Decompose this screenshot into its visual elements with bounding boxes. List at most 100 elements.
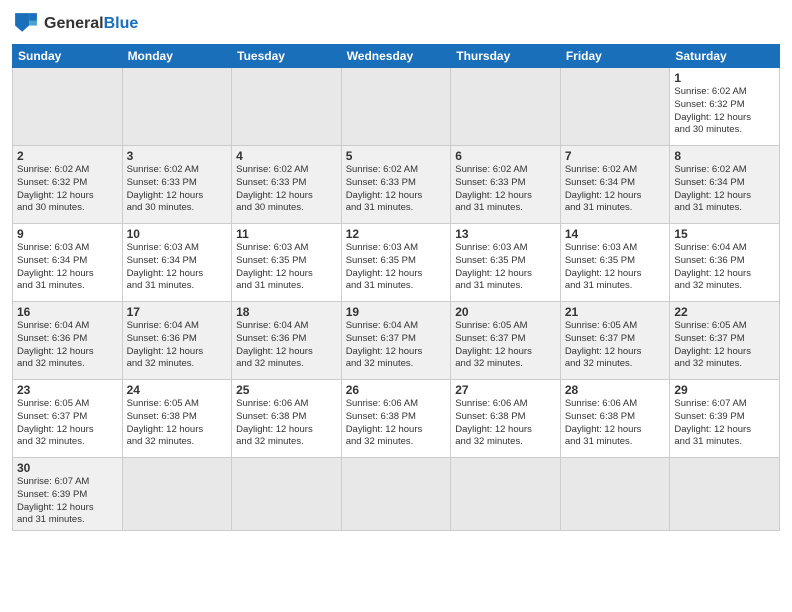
calendar-cell [341, 458, 451, 531]
day-info: Sunrise: 6:02 AMSunset: 6:32 PMDaylight:… [17, 164, 118, 215]
calendar-cell: 8Sunrise: 6:02 AMSunset: 6:34 PMDaylight… [670, 146, 780, 224]
day-info: Sunrise: 6:02 AMSunset: 6:34 PMDaylight:… [674, 164, 775, 215]
calendar-cell: 19Sunrise: 6:04 AMSunset: 6:37 PMDayligh… [341, 302, 451, 380]
day-number: 8 [674, 149, 775, 163]
day-number: 28 [565, 383, 666, 397]
calendar-cell [560, 68, 670, 146]
calendar-cell [341, 68, 451, 146]
day-info: Sunrise: 6:02 AMSunset: 6:33 PMDaylight:… [455, 164, 556, 215]
calendar-cell: 29Sunrise: 6:07 AMSunset: 6:39 PMDayligh… [670, 380, 780, 458]
calendar-cell: 5Sunrise: 6:02 AMSunset: 6:33 PMDaylight… [341, 146, 451, 224]
day-info: Sunrise: 6:07 AMSunset: 6:39 PMDaylight:… [17, 476, 118, 527]
calendar-cell [122, 68, 232, 146]
calendar-cell: 1Sunrise: 6:02 AMSunset: 6:32 PMDaylight… [670, 68, 780, 146]
day-number: 3 [127, 149, 228, 163]
header-tuesday: Tuesday [232, 45, 342, 68]
day-number: 6 [455, 149, 556, 163]
calendar-week-row: 23Sunrise: 6:05 AMSunset: 6:37 PMDayligh… [13, 380, 780, 458]
day-info: Sunrise: 6:05 AMSunset: 6:38 PMDaylight:… [127, 398, 228, 449]
day-number: 1 [674, 71, 775, 85]
calendar-cell: 11Sunrise: 6:03 AMSunset: 6:35 PMDayligh… [232, 224, 342, 302]
calendar-cell: 6Sunrise: 6:02 AMSunset: 6:33 PMDaylight… [451, 146, 561, 224]
calendar-cell: 10Sunrise: 6:03 AMSunset: 6:34 PMDayligh… [122, 224, 232, 302]
calendar-cell: 27Sunrise: 6:06 AMSunset: 6:38 PMDayligh… [451, 380, 561, 458]
day-info: Sunrise: 6:05 AMSunset: 6:37 PMDaylight:… [674, 320, 775, 371]
day-number: 29 [674, 383, 775, 397]
day-info: Sunrise: 6:03 AMSunset: 6:34 PMDaylight:… [17, 242, 118, 293]
calendar-cell: 24Sunrise: 6:05 AMSunset: 6:38 PMDayligh… [122, 380, 232, 458]
day-number: 22 [674, 305, 775, 319]
calendar-cell: 26Sunrise: 6:06 AMSunset: 6:38 PMDayligh… [341, 380, 451, 458]
header-monday: Monday [122, 45, 232, 68]
calendar-cell [13, 68, 123, 146]
day-number: 10 [127, 227, 228, 241]
day-number: 13 [455, 227, 556, 241]
calendar-cell [451, 458, 561, 531]
day-number: 16 [17, 305, 118, 319]
day-info: Sunrise: 6:06 AMSunset: 6:38 PMDaylight:… [565, 398, 666, 449]
calendar-cell: 28Sunrise: 6:06 AMSunset: 6:38 PMDayligh… [560, 380, 670, 458]
day-number: 24 [127, 383, 228, 397]
calendar-week-row: 16Sunrise: 6:04 AMSunset: 6:36 PMDayligh… [13, 302, 780, 380]
day-number: 2 [17, 149, 118, 163]
calendar-cell: 12Sunrise: 6:03 AMSunset: 6:35 PMDayligh… [341, 224, 451, 302]
header-friday: Friday [560, 45, 670, 68]
day-info: Sunrise: 6:04 AMSunset: 6:36 PMDaylight:… [17, 320, 118, 371]
day-number: 14 [565, 227, 666, 241]
header-sunday: Sunday [13, 45, 123, 68]
day-info: Sunrise: 6:03 AMSunset: 6:35 PMDaylight:… [236, 242, 337, 293]
day-info: Sunrise: 6:03 AMSunset: 6:35 PMDaylight:… [455, 242, 556, 293]
day-number: 26 [346, 383, 447, 397]
day-number: 9 [17, 227, 118, 241]
calendar-cell: 2Sunrise: 6:02 AMSunset: 6:32 PMDaylight… [13, 146, 123, 224]
day-info: Sunrise: 6:06 AMSunset: 6:38 PMDaylight:… [346, 398, 447, 449]
calendar-cell: 30Sunrise: 6:07 AMSunset: 6:39 PMDayligh… [13, 458, 123, 531]
day-number: 19 [346, 305, 447, 319]
header-wednesday: Wednesday [341, 45, 451, 68]
day-info: Sunrise: 6:05 AMSunset: 6:37 PMDaylight:… [565, 320, 666, 371]
calendar-cell [232, 458, 342, 531]
calendar-cell: 22Sunrise: 6:05 AMSunset: 6:37 PMDayligh… [670, 302, 780, 380]
calendar-cell: 9Sunrise: 6:03 AMSunset: 6:34 PMDaylight… [13, 224, 123, 302]
calendar-cell: 4Sunrise: 6:02 AMSunset: 6:33 PMDaylight… [232, 146, 342, 224]
calendar-cell [451, 68, 561, 146]
day-number: 4 [236, 149, 337, 163]
calendar-cell: 25Sunrise: 6:06 AMSunset: 6:38 PMDayligh… [232, 380, 342, 458]
page: GeneralBlue Sunday Monday Tuesday Wednes… [0, 0, 792, 612]
calendar-week-row: 9Sunrise: 6:03 AMSunset: 6:34 PMDaylight… [13, 224, 780, 302]
day-number: 5 [346, 149, 447, 163]
calendar-cell [560, 458, 670, 531]
calendar-cell: 16Sunrise: 6:04 AMSunset: 6:36 PMDayligh… [13, 302, 123, 380]
day-info: Sunrise: 6:05 AMSunset: 6:37 PMDaylight:… [17, 398, 118, 449]
day-info: Sunrise: 6:04 AMSunset: 6:37 PMDaylight:… [346, 320, 447, 371]
day-number: 27 [455, 383, 556, 397]
weekday-header-row: Sunday Monday Tuesday Wednesday Thursday… [13, 45, 780, 68]
day-number: 30 [17, 461, 118, 475]
day-number: 20 [455, 305, 556, 319]
logo: GeneralBlue [12, 10, 138, 38]
calendar-table: Sunday Monday Tuesday Wednesday Thursday… [12, 44, 780, 531]
day-info: Sunrise: 6:05 AMSunset: 6:37 PMDaylight:… [455, 320, 556, 371]
header-thursday: Thursday [451, 45, 561, 68]
day-info: Sunrise: 6:07 AMSunset: 6:39 PMDaylight:… [674, 398, 775, 449]
day-number: 11 [236, 227, 337, 241]
calendar-cell: 14Sunrise: 6:03 AMSunset: 6:35 PMDayligh… [560, 224, 670, 302]
day-info: Sunrise: 6:02 AMSunset: 6:33 PMDaylight:… [236, 164, 337, 215]
day-info: Sunrise: 6:06 AMSunset: 6:38 PMDaylight:… [455, 398, 556, 449]
calendar-cell [232, 68, 342, 146]
calendar-cell: 7Sunrise: 6:02 AMSunset: 6:34 PMDaylight… [560, 146, 670, 224]
day-info: Sunrise: 6:03 AMSunset: 6:35 PMDaylight:… [346, 242, 447, 293]
day-info: Sunrise: 6:02 AMSunset: 6:32 PMDaylight:… [674, 86, 775, 137]
day-info: Sunrise: 6:04 AMSunset: 6:36 PMDaylight:… [127, 320, 228, 371]
day-info: Sunrise: 6:04 AMSunset: 6:36 PMDaylight:… [674, 242, 775, 293]
calendar-cell: 17Sunrise: 6:04 AMSunset: 6:36 PMDayligh… [122, 302, 232, 380]
day-info: Sunrise: 6:02 AMSunset: 6:34 PMDaylight:… [565, 164, 666, 215]
day-info: Sunrise: 6:03 AMSunset: 6:34 PMDaylight:… [127, 242, 228, 293]
day-info: Sunrise: 6:04 AMSunset: 6:36 PMDaylight:… [236, 320, 337, 371]
day-number: 21 [565, 305, 666, 319]
calendar-cell: 23Sunrise: 6:05 AMSunset: 6:37 PMDayligh… [13, 380, 123, 458]
calendar-week-row: 30Sunrise: 6:07 AMSunset: 6:39 PMDayligh… [13, 458, 780, 531]
calendar-week-row: 2Sunrise: 6:02 AMSunset: 6:32 PMDaylight… [13, 146, 780, 224]
day-info: Sunrise: 6:03 AMSunset: 6:35 PMDaylight:… [565, 242, 666, 293]
day-info: Sunrise: 6:06 AMSunset: 6:38 PMDaylight:… [236, 398, 337, 449]
